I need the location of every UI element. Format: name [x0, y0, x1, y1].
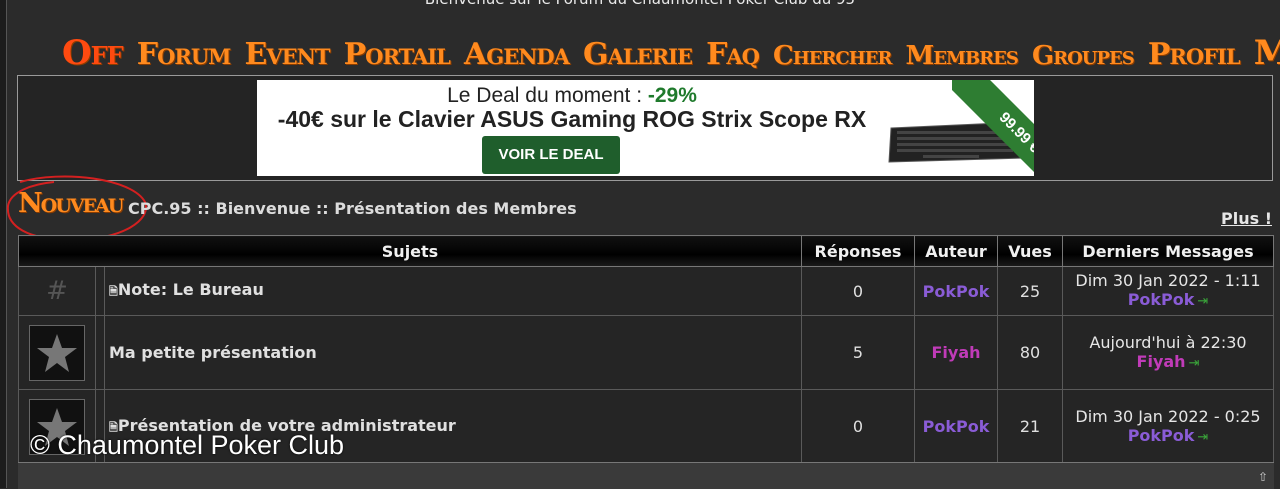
- table-header-row: Sujets Réponses Auteur Vues Derniers Mes…: [18, 235, 1274, 267]
- nav-portail[interactable]: Portail: [344, 34, 451, 76]
- deal-banner[interactable]: Le Deal du moment : -29% -40€ sur le Cla…: [257, 80, 1034, 176]
- go-to-last-post-icon[interactable]: ⇥: [1197, 430, 1208, 445]
- price-ribbon: 99.99 €: [952, 80, 1034, 176]
- views-count: 25: [997, 266, 1063, 316]
- last-message-author[interactable]: PokPok: [1128, 290, 1195, 309]
- price-ribbon-text: 99.99 €: [952, 80, 1034, 176]
- last-message-cell: Dim 30 Jan 2022 - 0:25 PokPok ⇥: [1062, 389, 1274, 464]
- last-message-cell: Dim 30 Jan 2022 - 1:11 PokPok ⇥: [1062, 266, 1274, 316]
- deal-description: -40€ sur le Clavier ASUS Gaming ROG Stri…: [277, 106, 867, 132]
- topic-title-cell: Ma petite présentation: [104, 315, 802, 390]
- main-navigation: Off Forum Event Portail Agenda Galerie F…: [62, 32, 1280, 76]
- copyright-watermark: © Chaumontel Poker Club: [30, 430, 345, 460]
- author-header: Auteur: [914, 235, 998, 267]
- topic-title-link[interactable]: Ma petite présentation: [109, 343, 317, 362]
- go-to-last-post-icon[interactable]: ⇥: [1189, 356, 1200, 371]
- row-separator: [95, 315, 105, 390]
- nav-membres[interactable]: Membres: [906, 35, 1019, 77]
- author-link[interactable]: Fiyah: [914, 315, 998, 390]
- more-link[interactable]: Plus !: [1221, 209, 1272, 228]
- go-to-last-post-icon[interactable]: ⇥: [1197, 294, 1208, 309]
- nav-groupes[interactable]: Groupes: [1032, 35, 1135, 77]
- author-link[interactable]: PokPok: [914, 266, 998, 316]
- topic-icon-cell: #: [18, 266, 96, 316]
- replies-count: 0: [801, 266, 915, 316]
- nav-chercher[interactable]: Chercher: [773, 35, 892, 77]
- replies-header: Réponses: [801, 235, 915, 267]
- nav-event[interactable]: Event: [245, 34, 331, 76]
- document-icon: 🗎: [109, 285, 118, 298]
- breadcrumb[interactable]: CPC.95 :: Bienvenue :: Présentation des …: [128, 199, 577, 218]
- last-messages-header: Derniers Messages: [1062, 235, 1274, 267]
- star-icon: [29, 324, 85, 381]
- nav-forum[interactable]: Forum: [137, 34, 232, 76]
- nav-mp[interactable]: MP: [1254, 32, 1280, 74]
- views-count: 21: [997, 389, 1063, 464]
- replies-count: 0: [801, 389, 915, 464]
- last-message-author[interactable]: PokPok: [1128, 426, 1195, 445]
- last-message-author[interactable]: Fiyah: [1137, 352, 1186, 371]
- table-row: # 🗎Note: Le Bureau 0 PokPok 25 Dim 30 Ja…: [18, 266, 1274, 316]
- views-header: Vues: [997, 235, 1063, 267]
- forum-page: Bienvenue sur le Forum du Chaumontel Pok…: [0, 0, 1280, 489]
- author-link[interactable]: PokPok: [914, 389, 998, 464]
- deal-headline: Le Deal du moment : -29%: [257, 84, 887, 108]
- scroll-top-icon[interactable]: ⇧: [1258, 470, 1268, 484]
- welcome-text: Bienvenue sur le Forum du Chaumontel Pok…: [0, 0, 1280, 8]
- topic-icon-cell: [18, 315, 96, 390]
- topic-prefix: Note:: [117, 280, 168, 299]
- last-message-cell: Aujourd'hui à 22:30 Fiyah ⇥: [1062, 315, 1274, 390]
- see-deal-button[interactable]: VOIR LE DEAL: [482, 136, 620, 174]
- last-message-date: Dim 30 Jan 2022 - 1:11: [1075, 271, 1261, 290]
- pinned-grid-icon: #: [46, 276, 68, 306]
- subjects-header: Sujets: [18, 235, 802, 267]
- replies-count: 5: [801, 315, 915, 390]
- last-message-date: Dim 30 Jan 2022 - 0:25: [1075, 406, 1261, 426]
- deal-headline-text: Le Deal du moment :: [447, 84, 648, 107]
- views-count: 80: [997, 315, 1063, 390]
- deal-discount: -29%: [647, 84, 697, 107]
- table-footer-bar: [18, 462, 1274, 489]
- topic-title-cell: 🗎Note: Le Bureau: [104, 266, 802, 316]
- last-message-date: Aujourd'hui à 22:30: [1089, 332, 1247, 352]
- nav-galerie[interactable]: Galerie: [583, 34, 693, 76]
- nav-faq[interactable]: Faq: [706, 34, 760, 76]
- left-border: [0, 0, 7, 488]
- table-row: Ma petite présentation 5 Fiyah 80 Aujour…: [18, 315, 1274, 390]
- nav-off[interactable]: Off: [62, 32, 124, 74]
- row-separator: [95, 266, 105, 316]
- nav-agenda[interactable]: Agenda: [464, 34, 570, 76]
- nav-profil[interactable]: Profil: [1148, 34, 1241, 76]
- topic-title-link[interactable]: Le Bureau: [167, 280, 264, 299]
